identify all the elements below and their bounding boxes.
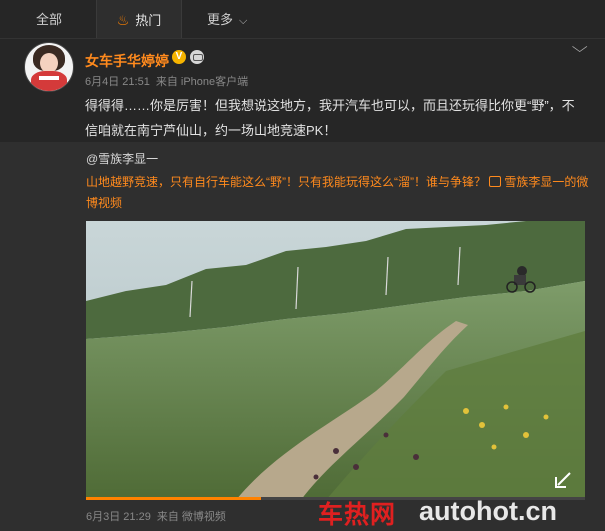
weibo-post-card: 女车手华婷婷 V 6月4日 21:51 来自 iPhone客户端 ⌵ 得得得……你…	[0, 39, 605, 531]
avatar[interactable]	[24, 42, 74, 92]
watermark-en: autohot.cn	[419, 496, 557, 526]
post-text: 得得得……你是厉害！但我想说这地方，我开汽车也可以，而且还玩得比你更“野”，不信…	[85, 98, 575, 138]
post-time[interactable]: 6月4日 21:51	[85, 76, 150, 88]
flame-icon: ♨	[116, 12, 130, 28]
chevron-down-icon: ⌵	[239, 15, 248, 27]
tab-all[interactable]: 全部	[36, 0, 62, 38]
original-post-source: 来自 微博视频	[156, 511, 226, 523]
original-post-meta: 6月3日 21:29 来自 微博视频	[86, 508, 226, 524]
verified-badge-icon: V	[172, 50, 186, 64]
member-icon	[190, 50, 204, 64]
tab-hot-label: 热门	[135, 13, 162, 28]
post-source: 来自 iPhone客户端	[155, 76, 249, 88]
tab-more-label: 更多	[207, 12, 234, 27]
tab-hot[interactable]: ♨ 热门	[96, 0, 182, 38]
fold-menu-icon[interactable]: ⌵	[571, 39, 587, 56]
original-text: 山地越野竞速，只有自行车能这么“野”！只有我能玩得这么“溜”！谁与争锋？	[86, 175, 486, 189]
original-author-link[interactable]: @雪族李显一	[86, 150, 158, 167]
video-icon	[489, 176, 502, 187]
feed-tab-bar: 全部 ♨ 热门 更多 ⌵	[0, 0, 605, 39]
original-post-text: 山地越野竞速，只有自行车能这么“野”！只有我能玩得这么“溜”！谁与争锋？ 雪族李…	[86, 172, 596, 214]
original-post-time[interactable]: 6月3日 21:29	[86, 511, 151, 523]
video-frame	[86, 221, 585, 500]
post-username[interactable]: 女车手华婷婷	[85, 51, 169, 71]
video-player[interactable]	[86, 221, 585, 500]
tab-more[interactable]: 更多 ⌵	[207, 0, 247, 38]
reposted-content: @雪族李显一 山地越野竞速，只有自行车能这么“野”！只有我能玩得这么“溜”！谁与…	[0, 142, 605, 531]
watermark-cn: 车热网	[318, 501, 397, 529]
video-progress-fill	[86, 497, 261, 500]
post-meta: 6月4日 21:51 来自 iPhone客户端	[85, 73, 248, 89]
